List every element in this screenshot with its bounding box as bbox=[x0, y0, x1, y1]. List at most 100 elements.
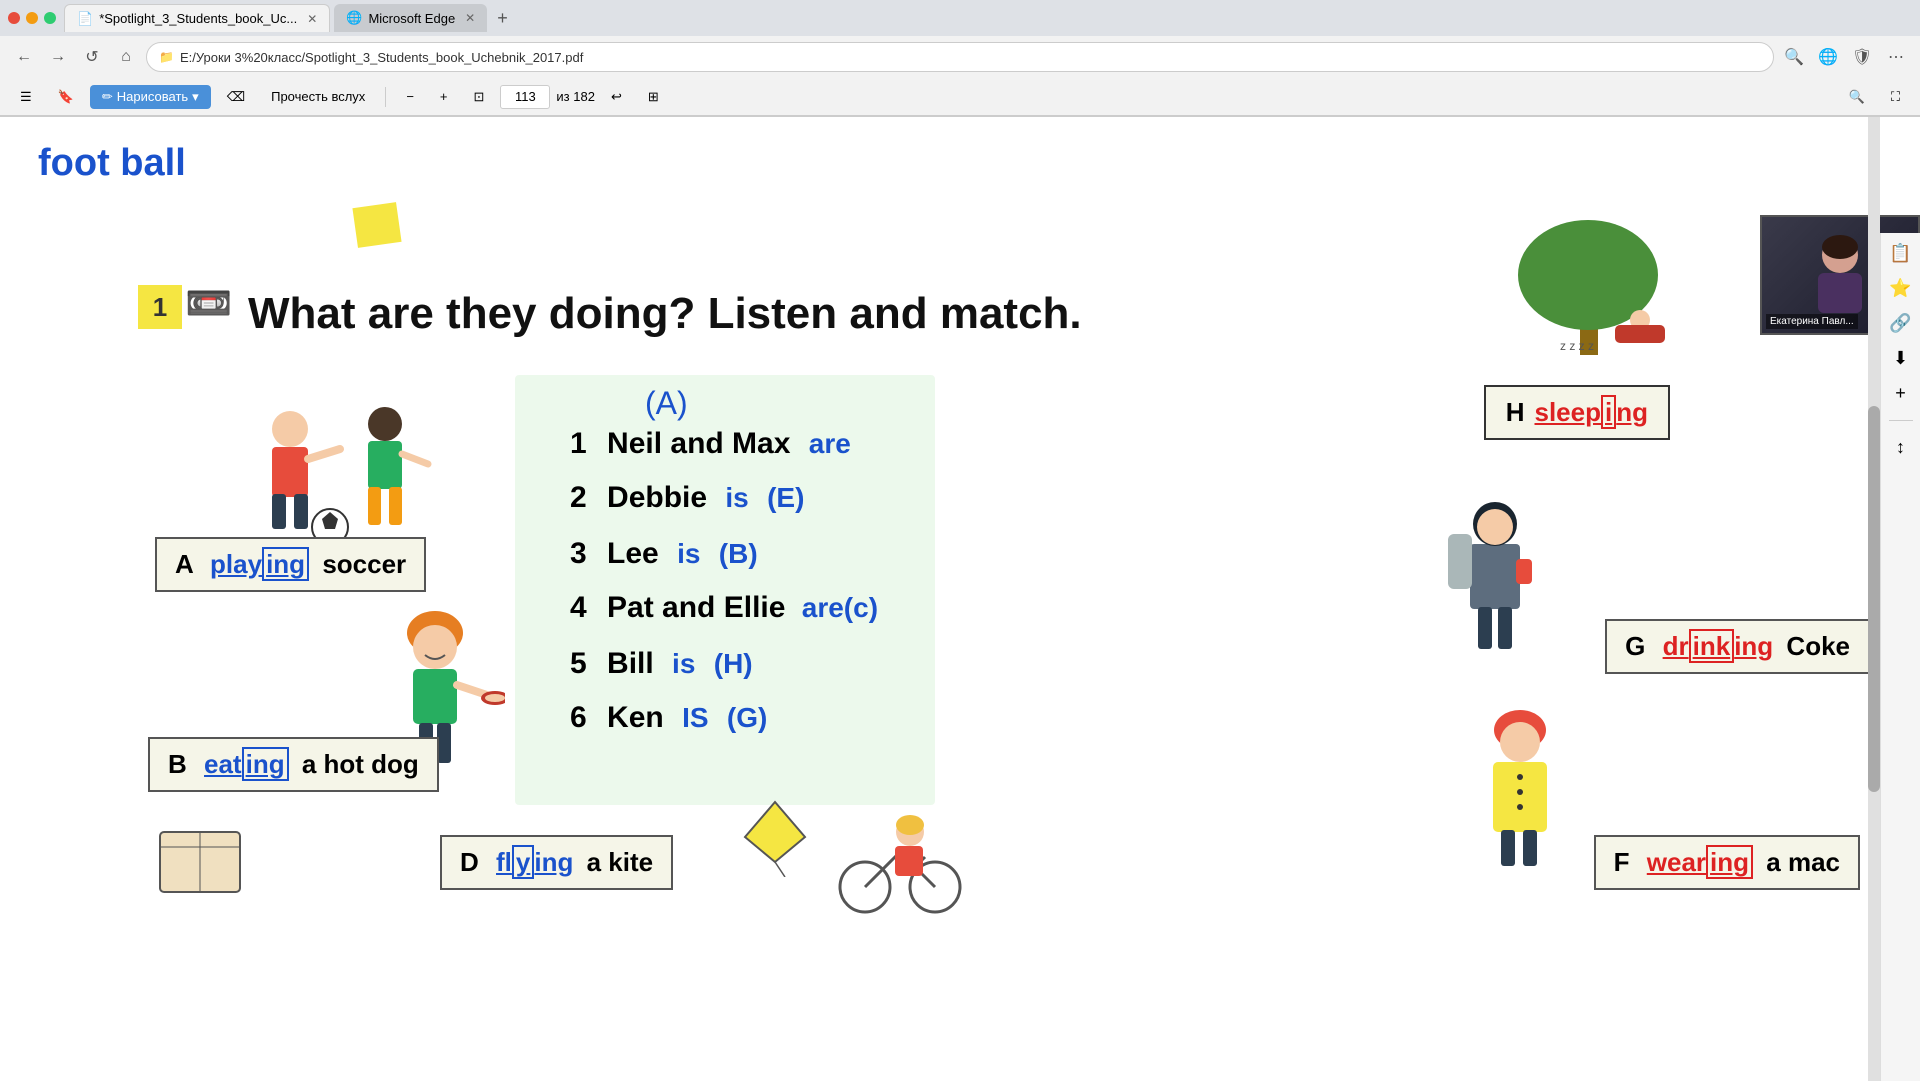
webcam-person-name: Екатерина Павл... bbox=[1766, 314, 1858, 329]
item-5-subject: Bill bbox=[607, 647, 654, 680]
basket-illustration bbox=[150, 812, 250, 902]
back-button[interactable]: ← bbox=[10, 43, 38, 71]
page-number-input[interactable] bbox=[500, 85, 550, 109]
new-tab-button[interactable]: + bbox=[491, 8, 514, 29]
tree-illustration: z z z z bbox=[1500, 205, 1680, 365]
tab-bar: 📄 *Spotlight_3_Students_book_Uc... ✕ 🌐 M… bbox=[0, 0, 1920, 36]
find-button[interactable]: 🔍 bbox=[1839, 85, 1875, 109]
fit-button[interactable]: ⊡ bbox=[464, 85, 495, 109]
item-4-subject: Pat and Ellie bbox=[607, 591, 785, 624]
item-2-subject: Debbie bbox=[607, 481, 707, 514]
item-2-num: 2 bbox=[570, 481, 587, 514]
label-d-letter: D bbox=[460, 847, 479, 877]
fit-icon: ⊡ bbox=[474, 89, 485, 105]
zoom-minus-button[interactable]: − bbox=[396, 85, 424, 108]
handwritten-football: foot ball bbox=[38, 142, 186, 185]
label-d-box: D flying a kite bbox=[440, 835, 673, 890]
item-2-answer: is bbox=[725, 482, 748, 513]
address-bar-row: ← → ↺ ⌂ 📁 E:/Уроки 3%20класс/Spotlight_3… bbox=[0, 36, 1920, 78]
annotation-a: (A) bbox=[645, 385, 688, 422]
label-a-letter: A bbox=[175, 549, 193, 579]
max-btn[interactable] bbox=[44, 12, 56, 24]
bookmarks-button[interactable]: 🔖 bbox=[48, 85, 84, 109]
scrollbar-thumb[interactable] bbox=[1868, 406, 1880, 792]
label-a-box: A playing soccer bbox=[155, 537, 426, 592]
label-f-letter: F bbox=[1614, 847, 1630, 877]
eraser-button[interactable]: ⌫ bbox=[217, 85, 255, 109]
bicycle-girl-illustration bbox=[835, 797, 965, 917]
item-5-letter: (H) bbox=[714, 648, 753, 679]
girl-yellow-illustration bbox=[1465, 692, 1575, 872]
svg-text:z z z z: z z z z bbox=[1560, 339, 1594, 353]
home-button[interactable]: ⌂ bbox=[112, 43, 140, 71]
toolbar-row: ☰ 🔖 ✏ Нарисовать ▾ ⌫ Прочесть вслух − + … bbox=[0, 78, 1920, 116]
tab-edge-close[interactable]: ✕ bbox=[465, 11, 475, 25]
label-h-letter: H bbox=[1506, 397, 1525, 428]
cassette-icon: 📼 bbox=[185, 282, 232, 326]
page-layout-button[interactable]: ⊞ bbox=[638, 85, 669, 109]
exercise-number: 1 bbox=[153, 292, 167, 323]
tab-pdf[interactable]: 📄 *Spotlight_3_Students_book_Uc... ✕ bbox=[64, 4, 330, 32]
exercise-number-badge: 1 bbox=[138, 285, 182, 329]
item-6-answer: IS bbox=[682, 702, 708, 733]
item-4: 4 Pat and Ellie are(c) bbox=[570, 591, 878, 625]
sidebar-icon-5[interactable]: + bbox=[1895, 383, 1906, 404]
sticky-note-top bbox=[352, 202, 401, 248]
page-total: из 182 bbox=[556, 89, 595, 104]
label-a-rest: soccer bbox=[322, 549, 406, 579]
soccer-illustration bbox=[210, 379, 470, 554]
sidebar-icon-6[interactable]: ↕ bbox=[1896, 437, 1905, 458]
tab-pdf-label: *Spotlight_3_Students_book_Uc... bbox=[99, 11, 297, 26]
file-icon: 📁 bbox=[159, 50, 174, 64]
tab-edge-icon: 🌐 bbox=[346, 10, 362, 26]
forward-button[interactable]: → bbox=[44, 43, 72, 71]
page-back-button[interactable]: ↩ bbox=[601, 85, 632, 109]
item-1-subject: Neil and Max bbox=[607, 427, 790, 460]
edge-icon-btn[interactable]: 🌐 bbox=[1814, 43, 1842, 71]
label-b-box: B eating a hot dog bbox=[148, 737, 439, 792]
label-f-word-wearing: wearing bbox=[1647, 847, 1753, 877]
address-bar[interactable]: 📁 E:/Уроки 3%20класс/Spotlight_3_Student… bbox=[146, 42, 1774, 72]
label-g-word-drinking: drinking bbox=[1663, 631, 1774, 661]
item-3-answer: is bbox=[677, 538, 700, 569]
label-b-letter: B bbox=[168, 749, 187, 779]
browser-chrome: 📄 *Spotlight_3_Students_book_Uc... ✕ 🌐 M… bbox=[0, 0, 1920, 117]
tab-edge[interactable]: 🌐 Microsoft Edge ✕ bbox=[334, 4, 487, 32]
refresh-button[interactable]: ↺ bbox=[78, 43, 106, 71]
label-b-rest: a hot dog bbox=[302, 749, 419, 779]
sidebar-icon-4[interactable]: ⬇ bbox=[1893, 348, 1908, 369]
read-label: Прочесть вслух bbox=[271, 89, 365, 104]
item-3-num: 3 bbox=[570, 537, 587, 570]
zoom-plus-button[interactable]: + bbox=[430, 85, 458, 108]
item-6-subject: Ken bbox=[607, 701, 664, 734]
scrollbar-track[interactable] bbox=[1868, 117, 1880, 1081]
sidebar-icon-1[interactable]: 📋 bbox=[1889, 243, 1911, 264]
draw-button[interactable]: ✏ Нарисовать ▾ bbox=[90, 85, 211, 109]
label-g-letter: G bbox=[1625, 631, 1645, 661]
eraser-icon: ⌫ bbox=[227, 89, 245, 105]
fullscreen-button[interactable]: ⛶ bbox=[1881, 85, 1910, 109]
sidebar-icon-2[interactable]: ⭐ bbox=[1889, 278, 1911, 299]
item-4-answer: are(c) bbox=[802, 592, 878, 623]
read-aloud-button[interactable]: Прочесть вслух bbox=[261, 85, 375, 108]
search-icon-btn[interactable]: 🔍 bbox=[1780, 43, 1808, 71]
sidebar-icon-3[interactable]: 🔗 bbox=[1889, 313, 1911, 334]
plus-icon: + bbox=[440, 89, 448, 104]
label-f-box: F wearing a mac bbox=[1594, 835, 1860, 890]
draw-label: Нарисовать bbox=[117, 89, 188, 104]
settings-btn[interactable]: ⋯ bbox=[1882, 43, 1910, 71]
min-btn[interactable] bbox=[26, 12, 38, 24]
security-btn[interactable]: 🛡 bbox=[1848, 43, 1876, 71]
item-5-num: 5 bbox=[570, 647, 587, 680]
exercise-title: What are they doing? Listen and match. bbox=[248, 289, 1082, 339]
label-b-word-eating: eating bbox=[204, 749, 289, 779]
pencil-icon: ✏ bbox=[102, 89, 113, 105]
tab-pdf-icon: 📄 bbox=[77, 11, 93, 27]
hamburger-button[interactable]: ☰ bbox=[10, 85, 42, 109]
pdf-content-area: foot ball z z z z 1 📼 What are they doin… bbox=[0, 117, 1920, 1081]
tab-pdf-close[interactable]: ✕ bbox=[307, 12, 317, 26]
item-1: 1 Neil and Max are bbox=[570, 427, 851, 461]
sidebar-divider bbox=[1889, 420, 1913, 421]
item-2: 2 Debbie is (E) bbox=[570, 481, 804, 515]
close-btn[interactable] bbox=[8, 12, 20, 24]
